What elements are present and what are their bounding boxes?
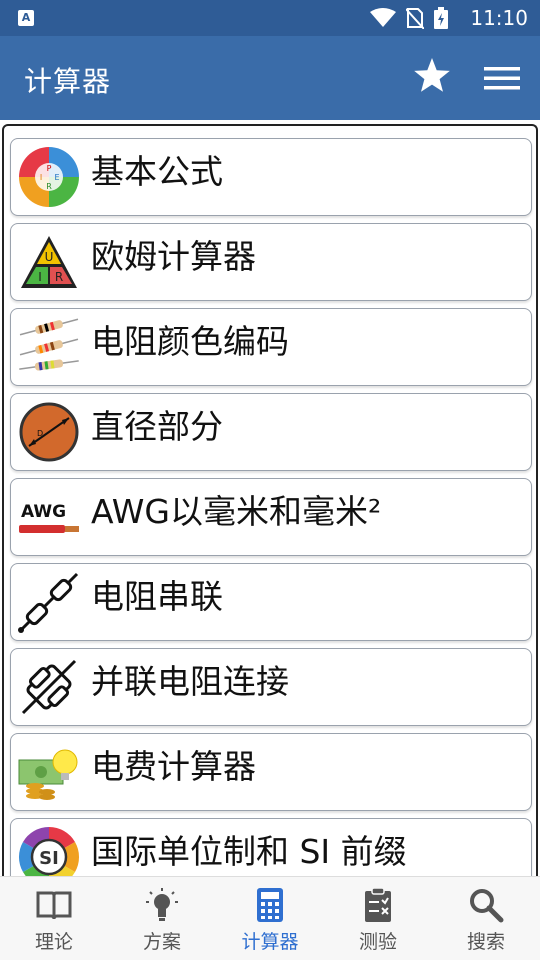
formula-wheel-icon: P I E R — [19, 147, 79, 207]
list-item-si-units[interactable]: SI 国际单位制和 SI 前缀 — [10, 818, 532, 884]
tab-calculator[interactable]: 计算器 — [216, 877, 324, 960]
item-label: 并联电阻连接 — [91, 662, 289, 701]
svg-text:R: R — [46, 182, 52, 191]
wifi-icon — [370, 8, 396, 27]
svg-text:P: P — [47, 164, 52, 173]
star-icon[interactable] — [412, 56, 452, 96]
item-label: 直径部分 — [91, 407, 223, 446]
tab-search[interactable]: 搜索 — [432, 877, 540, 960]
tab-quiz[interactable]: 测验 — [324, 877, 432, 960]
lightbulb-icon — [146, 888, 178, 921]
page-title: 计算器 — [24, 65, 112, 98]
status-icons — [370, 7, 448, 29]
svg-text:I: I — [40, 173, 42, 182]
battery-charging-icon — [434, 7, 448, 29]
list-item-awg[interactable]: AWG AWG以毫米和毫米² — [10, 478, 532, 556]
hamburger-menu-icon[interactable] — [484, 64, 520, 92]
calculator-list: P I E R 基本公式 U I R 欧姆计算器 电阻颜色编码 D 直径部分 A… — [2, 124, 538, 884]
svg-text:U: U — [45, 250, 54, 264]
awg-wire-icon: AWG — [19, 502, 79, 533]
list-item-basic-formulas[interactable]: P I E R 基本公式 — [10, 138, 532, 216]
item-label: AWG以毫米和毫米² — [91, 492, 382, 531]
clipboard-icon — [365, 887, 391, 922]
list-item-electricity-cost[interactable]: 电费计算器 — [10, 733, 532, 811]
list-item-ohm-calculator[interactable]: U I R 欧姆计算器 — [10, 223, 532, 301]
list-item-diameter-section[interactable]: D 直径部分 — [10, 393, 532, 471]
item-label: 电阻串联 — [91, 577, 223, 616]
tab-schemes[interactable]: 方案 — [108, 877, 216, 960]
series-resistor-icon — [18, 572, 79, 633]
item-label: 电费计算器 — [91, 747, 256, 786]
tab-label: 方案 — [142, 931, 181, 953]
book-icon — [36, 891, 72, 920]
bottom-navigation: 理论 方案 计算器 测验 搜索 — [0, 876, 540, 960]
tab-theory[interactable]: 理论 — [0, 877, 108, 960]
diameter-circle-icon: D — [19, 402, 79, 462]
app-bar: 计算器 — [0, 36, 540, 120]
tab-label: 计算器 — [241, 931, 299, 953]
list-item-resistor-color-code[interactable]: 电阻颜色编码 — [10, 308, 532, 386]
tab-label: 理论 — [34, 931, 73, 953]
resistor-color-icon — [19, 318, 79, 371]
money-bulb-icon — [18, 749, 78, 800]
parallel-resistor-icon — [21, 659, 77, 715]
tab-label: 测验 — [358, 931, 397, 953]
svg-text:D: D — [37, 429, 43, 438]
list-item-parallel-resistors[interactable]: 并联电阻连接 — [10, 648, 532, 726]
status-bar: A 11:10 — [0, 0, 540, 36]
search-icon — [470, 889, 504, 923]
calculator-icon — [257, 888, 283, 922]
item-label: 欧姆计算器 — [91, 237, 256, 276]
svg-text:SI: SI — [39, 848, 59, 869]
no-sim-icon — [406, 8, 424, 29]
app-indicator-icon: A — [18, 10, 34, 26]
item-label: 国际单位制和 SI 前缀 — [91, 832, 407, 871]
item-label: 基本公式 — [91, 152, 223, 191]
svg-text:I: I — [38, 270, 42, 284]
svg-text:E: E — [54, 173, 59, 182]
list-item-series-resistors[interactable]: 电阻串联 — [10, 563, 532, 641]
item-label: 电阻颜色编码 — [91, 322, 289, 361]
tab-label: 搜索 — [466, 931, 505, 953]
clock: 11:10 — [470, 6, 528, 30]
svg-text:AWG: AWG — [21, 502, 66, 522]
ohm-triangle-icon: U I R — [21, 236, 77, 288]
svg-text:R: R — [55, 270, 63, 284]
